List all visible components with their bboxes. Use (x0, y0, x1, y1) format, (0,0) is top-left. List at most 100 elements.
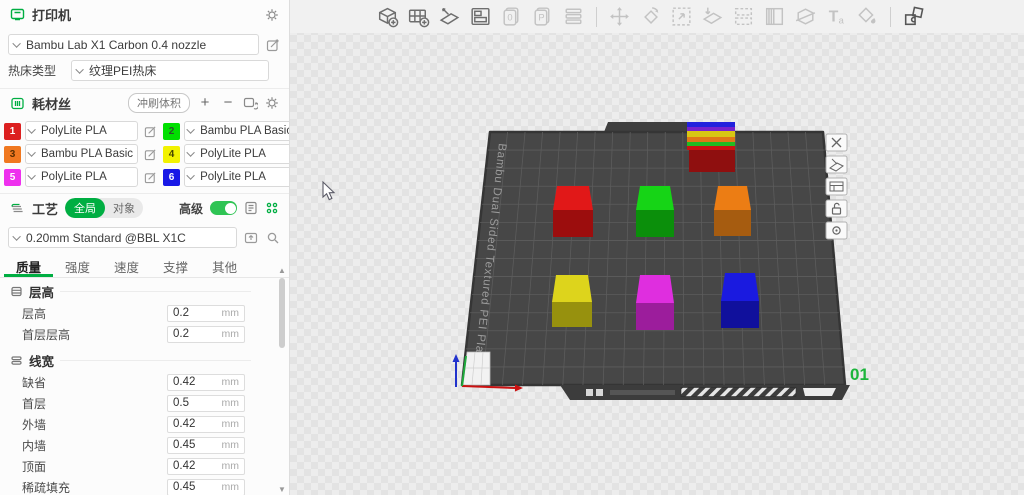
filament-select[interactable]: PolyLite PLA (184, 167, 290, 187)
filament-color-swatch[interactable]: 1 (4, 123, 21, 140)
filament-slot-5: 5 PolyLite PLA (4, 167, 159, 187)
bed-type-select[interactable]: 纹理PEI热床 (71, 60, 269, 81)
scroll-down-icon[interactable]: ▼ (276, 485, 288, 495)
yellow-cube-object[interactable] (552, 275, 592, 327)
filament-slot-4: 4 PolyLite PLA (163, 144, 290, 164)
advanced-toggle[interactable] (210, 201, 237, 215)
save-preset-icon[interactable] (242, 229, 259, 246)
param-input[interactable]: 0.45mm (167, 437, 245, 454)
scrollbar-thumb[interactable] (279, 278, 285, 348)
add-plate-icon[interactable] (405, 3, 432, 30)
remove-filament-button[interactable]: − (220, 95, 236, 111)
param-input[interactable]: 0.2mm (167, 305, 245, 322)
split-to-objects-icon[interactable]: 0 (498, 3, 525, 30)
process-preset-select[interactable]: 0.20mm Standard @BBL X1C (8, 227, 237, 248)
tab-strength[interactable]: 强度 (53, 254, 102, 277)
scope-global-tab[interactable]: 全局 (65, 198, 105, 218)
param-row: 缺省 0.42mm (0, 372, 289, 392)
printer-section-header: 打印机 (0, 0, 289, 29)
color-paint-icon[interactable] (854, 3, 881, 30)
add-filament-button[interactable]: + (197, 95, 213, 111)
printer-section-title: 打印机 (32, 5, 71, 24)
printer-select[interactable]: Bambu Lab X1 Carbon 0.4 nozzle (8, 34, 259, 55)
scale-icon[interactable] (668, 3, 695, 30)
cut-icon[interactable] (792, 3, 819, 30)
filament-select[interactable]: Bambu PLA Basic (184, 121, 290, 141)
filament-select[interactable]: PolyLite PLA (184, 144, 290, 164)
viewport-3d[interactable]: Bambu Dual Sided Textured PEI Plate (290, 0, 1024, 495)
multicolor-stack-object[interactable] (687, 122, 735, 172)
toolbar-separator (596, 7, 597, 27)
param-input[interactable]: 0.42mm (167, 416, 245, 433)
ams-sync-icon[interactable] (243, 96, 258, 110)
arrange-icon[interactable] (467, 3, 494, 30)
magenta-cube-object[interactable] (636, 275, 674, 330)
parameter-table-icon[interactable] (244, 201, 258, 215)
tab-others[interactable]: 其他 (200, 254, 249, 277)
printer-icon (10, 7, 25, 22)
toolbar-separator (890, 7, 891, 27)
supports-paint-icon[interactable] (761, 3, 788, 30)
text-icon[interactable]: Ta (823, 3, 850, 30)
param-input[interactable]: 0.42mm (167, 374, 245, 391)
tab-quality[interactable]: 质量 (4, 254, 53, 277)
auto-orient-icon[interactable] (436, 3, 463, 30)
scope-object-tab[interactable]: 对象 (105, 198, 143, 218)
param-row: 顶面 0.42mm (0, 456, 289, 476)
scroll-up-icon[interactable]: ▲ (276, 266, 288, 276)
add-model-icon[interactable] (374, 3, 401, 30)
plate-front-bar (560, 385, 850, 400)
printer-model-text: Bambu Lab X1 Carbon 0.4 nozzle (26, 38, 206, 52)
arrange-plate-button[interactable] (826, 178, 847, 195)
search-preset-icon[interactable] (264, 229, 281, 246)
variable-layer-height-icon[interactable] (560, 3, 587, 30)
chevron-down-icon (27, 171, 35, 179)
printer-settings-gear-icon[interactable] (265, 8, 279, 22)
flush-volume-button[interactable]: 冲刷体积 (128, 93, 190, 113)
bed-type-text: 纹理PEI热床 (89, 62, 156, 79)
plate-objects-icon[interactable] (265, 201, 279, 215)
filament-select[interactable]: PolyLite PLA (25, 167, 138, 187)
edit-filament-icon[interactable] (142, 169, 159, 186)
plate-number[interactable]: 01 (850, 365, 869, 384)
tab-speed[interactable]: 速度 (102, 254, 151, 277)
filament-color-swatch[interactable]: 2 (163, 123, 180, 140)
green-cube-object[interactable] (636, 186, 674, 237)
mouse-cursor (323, 182, 334, 200)
lock-plate-button[interactable] (826, 200, 847, 217)
red-cube-object[interactable] (553, 186, 593, 237)
filament-select[interactable]: PolyLite PLA (25, 121, 138, 141)
filament-color-swatch[interactable]: 6 (163, 169, 180, 186)
move-icon[interactable] (606, 3, 633, 30)
blue-cube-object[interactable] (721, 273, 759, 328)
plate-settings-button[interactable] (826, 222, 847, 239)
panel-scrollbar[interactable]: ▲ ▼ (276, 266, 288, 495)
process-section-title: 工艺 (32, 199, 58, 218)
param-input[interactable]: 0.5mm (167, 395, 245, 412)
orange-cube-object[interactable] (714, 186, 751, 236)
filament-settings-gear-icon[interactable] (265, 96, 279, 110)
parameter-list: 层高 层高 0.2mm 首层层高 0.2mm 线宽 缺省 0.42mm 首层 0… (0, 281, 289, 495)
edit-filament-icon[interactable] (142, 146, 159, 163)
lay-on-face-icon[interactable] (699, 3, 726, 30)
filament-select[interactable]: Bambu PLA Basic (25, 144, 138, 164)
split-to-parts-icon[interactable]: P (529, 3, 556, 30)
orient-plate-button[interactable] (826, 156, 847, 173)
chevron-down-icon (27, 125, 35, 133)
filament-color-swatch[interactable]: 4 (163, 146, 180, 163)
assembly-view-icon[interactable] (900, 3, 927, 30)
edit-filament-icon[interactable] (142, 123, 159, 140)
param-input[interactable]: 0.42mm (167, 458, 245, 475)
filament-slot-1: 1 PolyLite PLA (4, 121, 159, 141)
tab-support[interactable]: 支撑 (151, 254, 200, 277)
delete-plate-button[interactable] (826, 134, 847, 151)
rotate-icon[interactable] (637, 3, 664, 30)
filament-color-swatch[interactable]: 5 (4, 169, 21, 186)
param-input[interactable]: 0.2mm (167, 326, 245, 343)
filament-color-swatch[interactable]: 3 (4, 146, 21, 163)
edit-printer-icon[interactable] (264, 36, 281, 53)
param-input[interactable]: 0.45mm (167, 479, 245, 495)
main-toolbar: 0 P Ta (290, 0, 1024, 33)
svg-text:a: a (839, 15, 845, 25)
split-plate-icon[interactable] (730, 3, 757, 30)
